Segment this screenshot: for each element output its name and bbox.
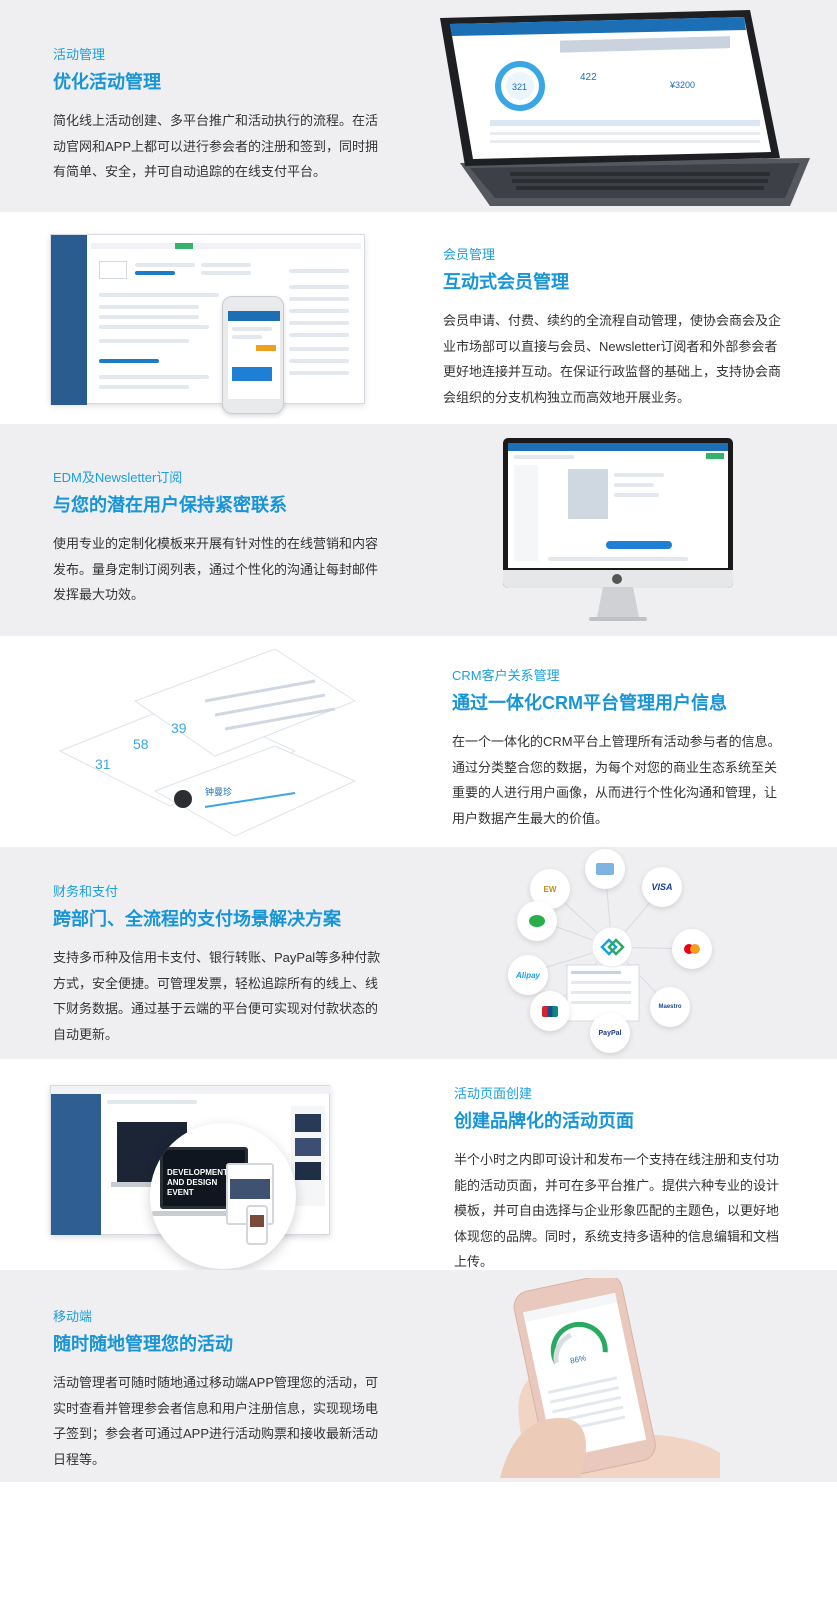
mastercard-icon	[672, 929, 712, 969]
section-event-management: 活动管理 优化活动管理 简化线上活动创建、多平台推广和活动执行的流程。在活动官网…	[0, 0, 837, 212]
section-body: 活动管理者可随时随地通过移动端APP管理您的活动，可实时查看并管理参会者信息和用…	[53, 1375, 379, 1467]
section-title: 跨部门、全流程的支付场景解决方案	[53, 909, 341, 929]
section-eyebrow: CRM客户关系管理	[452, 668, 560, 683]
section-body: 使用专业的定制化模板来开展有针对性的在线营销和内容发布。量身定制订阅列表，通过个…	[53, 536, 379, 602]
section-body: 半个小时之内即可设计和发布一个支持在线注册和支付功能的活动页面，并可在多平台推广…	[454, 1152, 780, 1269]
section-eyebrow: 财务和支付	[53, 884, 119, 899]
visa-icon: VISA	[642, 867, 682, 907]
paypal-icon: PayPal	[590, 1013, 630, 1053]
text-block: 财务和支付 跨部门、全流程的支付场景解决方案 支持多币种及信用卡支付、银行转账、…	[53, 883, 388, 1047]
crm-stat-2: 58	[133, 736, 149, 752]
section-body: 简化线上活动创建、多平台推广和活动执行的流程。在活动官网和APP上都可以进行参会…	[53, 113, 379, 179]
maestro-icon: Maestro	[650, 987, 690, 1027]
section-finance-payment: 财务和支付 跨部门、全流程的支付场景解决方案 支持多币种及信用卡支付、银行转账、…	[0, 847, 837, 1059]
section-eyebrow: 活动管理	[53, 47, 106, 62]
unionpay-icon	[530, 991, 570, 1031]
section-crm: 31 58 39 钟曼珍 CRM客户关系管理 通过一体化CRM平台管理用户信息 …	[0, 636, 837, 847]
section-eyebrow: EDM及Newsletter订阅	[53, 470, 183, 485]
text-block: CRM客户关系管理 通过一体化CRM平台管理用户信息 在一个一体化的CRM平台上…	[452, 667, 787, 831]
section-title: 优化活动管理	[53, 72, 161, 92]
section-eyebrow: 活动页面创建	[454, 1086, 533, 1101]
wechat-pay-icon	[517, 901, 557, 941]
section-body: 在一个一体化的CRM平台上管理所有活动参与者的信息。通过分类整合您的数据，为每个…	[452, 734, 781, 826]
text-block: 活动页面创建 创建品牌化的活动页面 半个小时之内即可设计和发布一个支持在线注册和…	[454, 1085, 789, 1275]
section-mobile: 移动端 随时随地管理您的活动 活动管理者可随时随地通过移动端APP管理您的活动，…	[0, 1270, 837, 1482]
section-event-page-builder: DEVELOPMENT AND DESIGN EVENT 活动页面创建 创建品牌…	[0, 1059, 837, 1270]
svg-text:422: 422	[580, 72, 597, 83]
section-title: 随时随地管理您的活动	[53, 1334, 233, 1354]
section-member-management: 会员管理 互动式会员管理 会员申请、付费、续约的全流程自动管理，使协会商会及企业…	[0, 212, 837, 424]
section-body: 会员申请、付费、续约的全流程自动管理，使协会商会及企业市场部可以直接与会员、Ne…	[443, 313, 782, 405]
crm-stat-3: 39	[171, 720, 187, 736]
section-title: 与您的潜在用户保持紧密联系	[53, 495, 287, 515]
section-eyebrow: 移动端	[53, 1309, 93, 1324]
svg-text:¥3200: ¥3200	[669, 80, 695, 90]
amex-icon	[585, 849, 625, 889]
svg-text:321: 321	[512, 82, 527, 92]
text-block: 移动端 随时随地管理您的活动 活动管理者可随时随地通过移动端APP管理您的活动，…	[53, 1308, 388, 1472]
crm-card-name: 钟曼珍	[205, 786, 232, 797]
section-title: 创建品牌化的活动页面	[454, 1111, 634, 1131]
section-body: 支持多币种及信用卡支付、银行转账、PayPal等多种付款方式，安全便捷。可管理发…	[53, 950, 381, 1042]
section-title: 互动式会员管理	[443, 272, 569, 292]
crm-stat-1: 31	[95, 756, 111, 772]
alipay-icon: Alipay	[508, 955, 548, 995]
section-eyebrow: 会员管理	[443, 247, 496, 262]
footer-space	[0, 1482, 837, 1600]
text-block: 活动管理 优化活动管理 简化线上活动创建、多平台推广和活动执行的流程。在活动官网…	[53, 46, 383, 185]
text-block: EDM及Newsletter订阅 与您的潜在用户保持紧密联系 使用专业的定制化模…	[53, 469, 383, 608]
text-block: 会员管理 互动式会员管理 会员申请、付费、续约的全流程自动管理，使协会商会及企业…	[443, 246, 783, 410]
section-title: 通过一体化CRM平台管理用户信息	[452, 693, 727, 713]
section-edm-newsletter: EDM及Newsletter订阅 与您的潜在用户保持紧密联系 使用专业的定制化模…	[0, 424, 837, 636]
